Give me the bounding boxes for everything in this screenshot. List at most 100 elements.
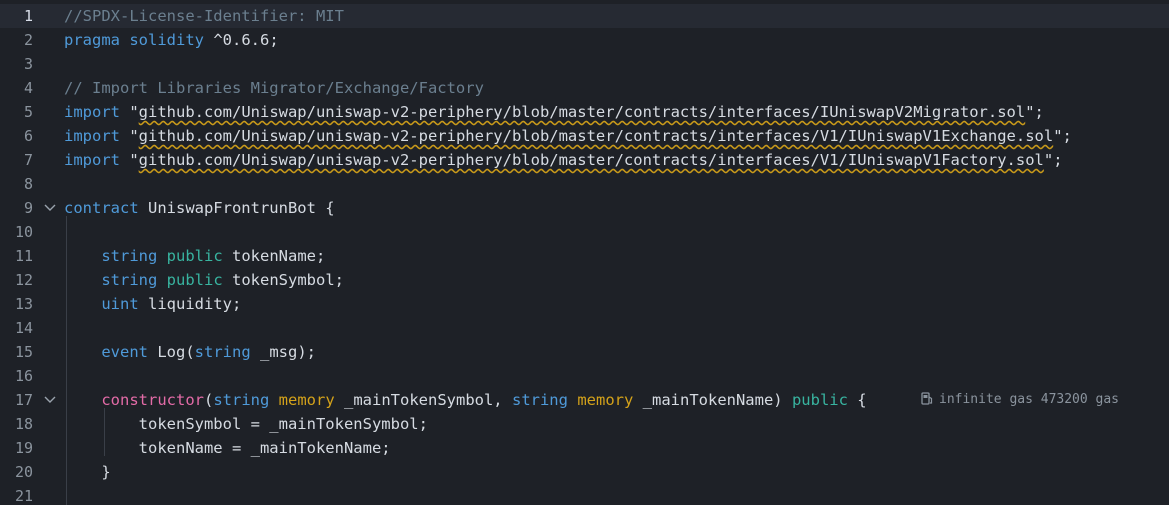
line-number: 3 — [23, 55, 33, 73]
code-line[interactable]: 21 — [0, 484, 1169, 505]
code-text[interactable]: } — [64, 460, 111, 484]
token: Log( — [148, 343, 195, 361]
code-text[interactable]: // Import Libraries Migrator/Exchange/Fa… — [64, 76, 484, 100]
code-line[interactable]: 4 // Import Libraries Migrator/Exchange/F… — [0, 76, 1169, 100]
keyword-token: pragma — [64, 31, 120, 49]
modifier-token: public — [166, 271, 223, 289]
code-line[interactable]: 17 constructor(string memory _mainTokenS… — [0, 388, 1169, 412]
code-line[interactable]: 6 import "github.com/Uniswap/uniswap-v2-p… — [0, 124, 1169, 148]
code-line[interactable]: 5 import "github.com/Uniswap/uniswap-v2-p… — [0, 100, 1169, 124]
code-text[interactable]: import "github.com/Uniswap/uniswap-v2-pe… — [64, 124, 1072, 148]
import-path-token: github.com/Uniswap/uniswap-v2-periphery/… — [138, 103, 1026, 121]
line-number: 17 — [14, 391, 33, 409]
gas-estimate-hint: infinite gas 473200 gas — [921, 388, 1119, 412]
modifier-token: public — [166, 247, 223, 265]
code-text[interactable]: //SPDX-License-Identifier: MIT — [64, 4, 344, 28]
code-text[interactable]: constructor(string memory _mainTokenSymb… — [64, 388, 866, 412]
chevron-down-icon[interactable] — [42, 388, 58, 412]
import-path-token: github.com/Uniswap/uniswap-v2-periphery/… — [138, 151, 1044, 169]
code-text[interactable]: string public tokenSymbol; — [64, 268, 344, 292]
token: ( — [203, 391, 214, 409]
line-number: 20 — [14, 463, 33, 481]
modifier-token: public — [791, 391, 848, 409]
type-token: string — [101, 271, 158, 289]
type-token: string — [101, 247, 158, 265]
line-number: 18 — [14, 415, 33, 433]
keyword-token: import — [64, 103, 120, 121]
token: liquidity; — [138, 295, 242, 313]
code-line[interactable]: 15 event Log(string _msg); — [0, 340, 1169, 364]
line-number: 21 — [14, 487, 33, 505]
code-text[interactable]: string public tokenName; — [64, 244, 325, 268]
code-text[interactable]: contract UniswapFrontrunBot { — [64, 196, 335, 220]
code-line[interactable]: 19 tokenName = _mainTokenName; — [0, 436, 1169, 460]
token: "; — [1025, 103, 1044, 121]
code-line[interactable]: 20 } — [0, 460, 1169, 484]
token: tokenName; — [222, 247, 326, 265]
code-line[interactable]: 7 import "github.com/Uniswap/uniswap-v2-p… — [0, 148, 1169, 172]
line-number: 13 — [14, 295, 33, 313]
line-number: 15 — [14, 343, 33, 361]
code-line[interactable]: 10 — [0, 220, 1169, 244]
token: "; — [1043, 151, 1063, 169]
import-path-token: github.com/Uniswap/uniswap-v2-periphery/… — [138, 127, 1054, 145]
code-text[interactable]: import "github.com/Uniswap/uniswap-v2-pe… — [64, 148, 1063, 172]
token: " — [120, 151, 139, 169]
token: " — [120, 127, 139, 145]
line-number: 5 — [23, 103, 33, 121]
code-line[interactable]: 13 uint liquidity; — [0, 292, 1169, 316]
code-text[interactable]: import "github.com/Uniswap/uniswap-v2-pe… — [64, 100, 1044, 124]
code-text[interactable]: pragma solidity ^0.6.6; — [64, 28, 279, 52]
line-number: 7 — [23, 151, 33, 169]
code-line[interactable]: 1 //SPDX-License-Identifier: MIT — [0, 4, 1169, 28]
code-line[interactable]: 14 — [0, 316, 1169, 340]
line-number: 4 — [23, 79, 33, 97]
keyword-token: event — [101, 343, 148, 361]
line-number: 8 — [23, 175, 33, 193]
type-token: uint — [101, 295, 139, 313]
comment-token: // Import Libraries Migrator/Exchange/Fa… — [64, 79, 484, 97]
token: tokenSymbol; — [222, 271, 344, 289]
line-number: 12 — [14, 271, 33, 289]
token: } — [64, 463, 111, 481]
comment-token: //SPDX-License-Identifier: MIT — [64, 7, 344, 25]
code-line[interactable]: 3 — [0, 52, 1169, 76]
keyword-token: import — [64, 127, 120, 145]
code-text[interactable]: tokenSymbol = _mainTokenSymbol; — [64, 412, 428, 436]
code-line[interactable]: 9 contract UniswapFrontrunBot { — [0, 196, 1169, 220]
token: tokenName = _mainTokenName; — [64, 439, 391, 457]
memory-token: memory — [577, 391, 634, 409]
token: _msg); — [250, 343, 316, 361]
constructor-token: constructor — [101, 391, 204, 409]
code-text[interactable]: event Log(string _msg); — [64, 340, 316, 364]
token: _mainTokenSymbol, — [334, 391, 512, 409]
code-line[interactable]: 2 pragma solidity ^0.6.6; — [0, 28, 1169, 52]
token: tokenSymbol = _mainTokenSymbol; — [64, 415, 428, 433]
line-number: 16 — [14, 367, 33, 385]
code-text[interactable]: tokenName = _mainTokenName; — [64, 436, 391, 460]
code-line[interactable]: 18 tokenSymbol = _mainTokenSymbol; — [0, 412, 1169, 436]
code-line[interactable]: 8 — [0, 172, 1169, 196]
type-token: string — [213, 391, 270, 409]
token: _mainTokenName) — [633, 391, 792, 409]
line-number: 9 — [23, 199, 33, 217]
memory-token: memory — [278, 391, 335, 409]
token: " — [120, 103, 139, 121]
token: "; — [1053, 127, 1072, 145]
code-text[interactable]: uint liquidity; — [64, 292, 241, 316]
code-line[interactable]: 12 string public tokenSymbol; — [0, 268, 1169, 292]
code-editor[interactable]: 1 //SPDX-License-Identifier: MIT 2 pragma s… — [0, 0, 1169, 505]
token: UniswapFrontrunBot { — [138, 199, 335, 217]
line-number: 6 — [23, 127, 33, 145]
code-line[interactable]: 16 — [0, 364, 1169, 388]
chevron-down-icon[interactable] — [42, 196, 58, 220]
code-line[interactable]: 11 string public tokenName; — [0, 244, 1169, 268]
